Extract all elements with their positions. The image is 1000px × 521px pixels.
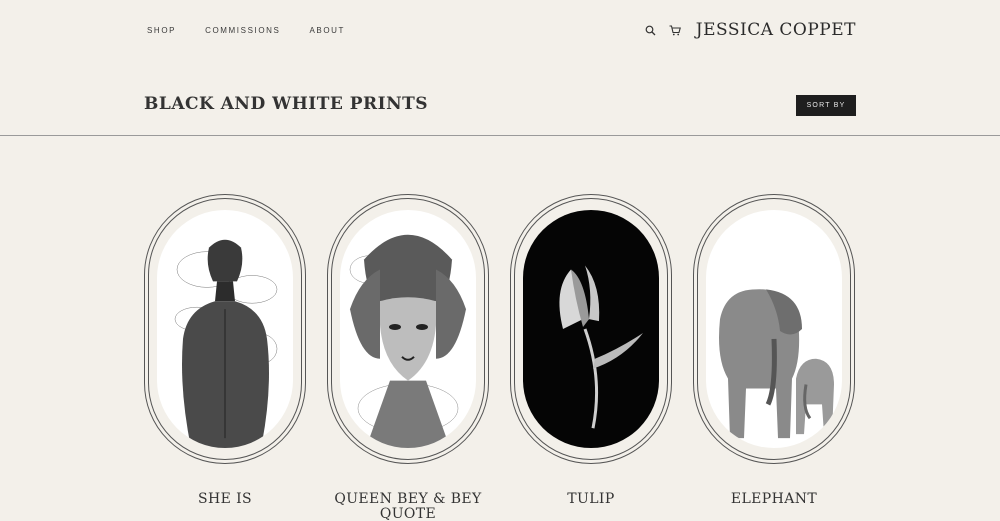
product-title[interactable]: SHE IS (144, 492, 306, 507)
header-divider (0, 135, 1000, 136)
sort-by-button[interactable]: SORT BY (796, 95, 856, 116)
search-icon[interactable] (644, 23, 658, 37)
brand-logo[interactable]: JESSICA COPPET (696, 20, 856, 40)
product-title[interactable]: QUEEN BEY & BEY QUOTE (327, 492, 489, 521)
product-image[interactable] (523, 210, 659, 448)
product-image[interactable] (157, 210, 293, 448)
nav-about[interactable]: ABOUT (309, 26, 345, 35)
cart-icon[interactable] (668, 23, 682, 37)
product-title[interactable]: TULIP (510, 492, 672, 507)
product-image[interactable] (340, 210, 476, 448)
header-right: JESSICA COPPET (644, 20, 856, 40)
product-grid: SHE IS QUEEN BEY & BEY QUOTE TULIP ELEPH… (144, 194, 855, 521)
main-nav: SHOP COMMISSIONS ABOUT (147, 26, 345, 35)
product-frame (327, 194, 489, 464)
product-title[interactable]: ELEPHANT (693, 492, 855, 507)
product-frame (144, 194, 306, 464)
page-title: BLACK AND WHITE PRINTS (144, 94, 429, 114)
nav-commissions[interactable]: COMMISSIONS (205, 26, 280, 35)
product-card-elephant[interactable]: ELEPHANT (693, 194, 855, 521)
product-card-tulip[interactable]: TULIP (510, 194, 672, 521)
product-image[interactable] (706, 210, 842, 448)
product-card-queen-bey[interactable]: QUEEN BEY & BEY QUOTE (327, 194, 489, 521)
product-frame (693, 194, 855, 464)
product-frame (510, 194, 672, 464)
product-card-she-is[interactable]: SHE IS (144, 194, 306, 521)
nav-shop[interactable]: SHOP (147, 26, 176, 35)
